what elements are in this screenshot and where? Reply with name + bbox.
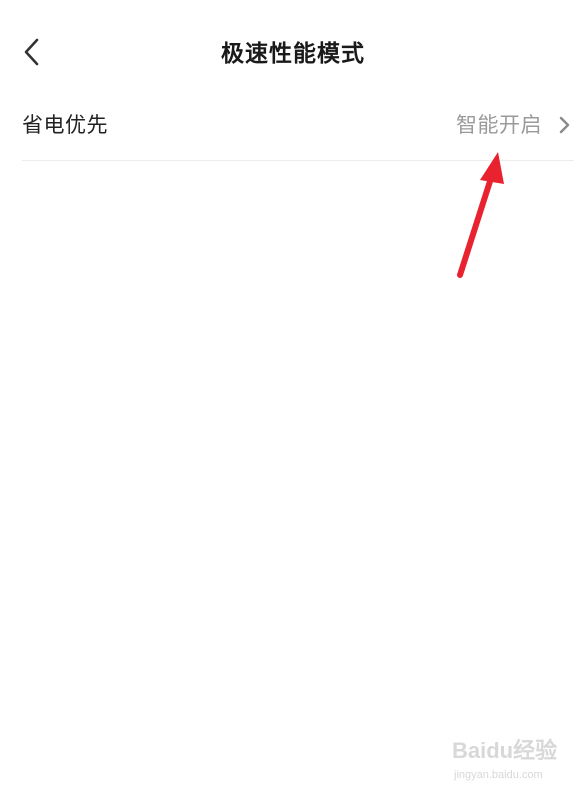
- chevron-right-icon: [559, 116, 570, 134]
- baidu-watermark-logo-icon: Baidu经验 jingyan.baidu.com: [452, 738, 557, 781]
- setting-label: 省电优先: [22, 113, 108, 137]
- red-arrow-icon: [457, 152, 504, 278]
- setting-value: 智能开启: [456, 113, 542, 137]
- page-title: 极速性能模式: [221, 41, 365, 67]
- watermark-url: jingyan.baidu.com: [453, 769, 543, 781]
- baidu-watermark: Baidu经验 jingyan.baidu.com: [448, 728, 582, 788]
- nav-bar: 极速性能模式: [0, 0, 586, 106]
- screen: 极速性能模式 省电优先 智能开启 Baidu经验 jingyan.baidu.c…: [0, 0, 586, 794]
- watermark-brand: Baidu经验: [452, 738, 557, 763]
